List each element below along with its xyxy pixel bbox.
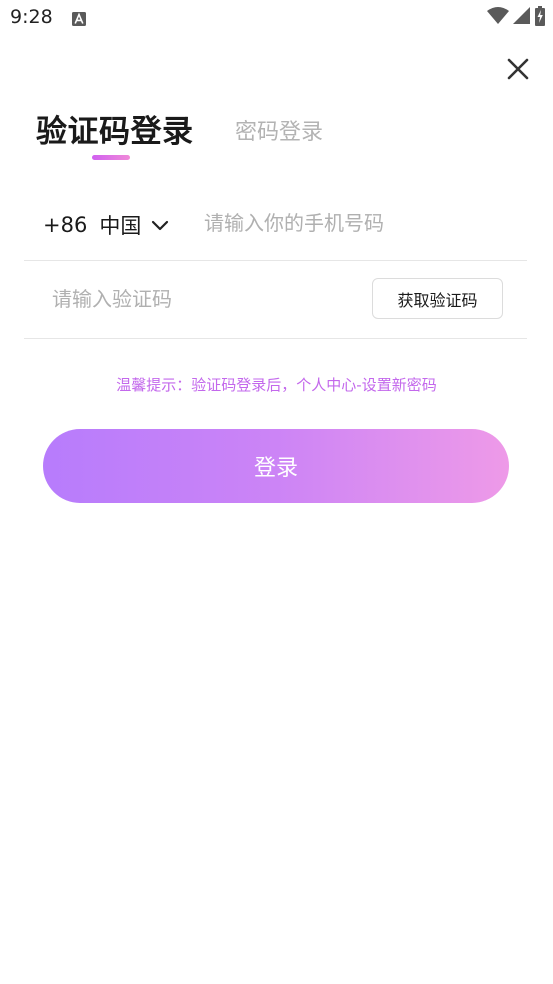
status-icons	[487, 6, 545, 30]
country-dial-code: +86	[43, 213, 88, 237]
login-button[interactable]: 登录	[43, 429, 509, 503]
country-code-selector[interactable]: +86 中国	[43, 210, 169, 240]
phone-input[interactable]	[204, 206, 504, 240]
verification-code-row: 获取验证码	[24, 260, 527, 339]
tab-sms-login[interactable]: 验证码登录	[36, 106, 194, 151]
status-time: 9:28	[10, 6, 53, 28]
close-button[interactable]	[502, 55, 534, 87]
cell-signal-icon	[513, 7, 531, 29]
notification-a-icon	[72, 11, 86, 26]
get-code-button[interactable]: 获取验证码	[372, 278, 503, 319]
phone-row: +86 中国	[24, 192, 527, 261]
wifi-icon	[487, 7, 509, 29]
chevron-down-icon	[151, 213, 169, 237]
tab-password-login[interactable]: 密码登录	[235, 114, 323, 146]
verification-code-input[interactable]	[52, 282, 332, 316]
status-bar: 9:28	[0, 0, 553, 40]
active-tab-indicator	[92, 155, 130, 160]
tip-text: 温馨提示：验证码登录后，个人中心-设置新密码	[116, 376, 437, 394]
battery-charging-icon	[535, 6, 545, 30]
country-name: 中国	[99, 214, 142, 238]
close-icon	[507, 58, 529, 84]
